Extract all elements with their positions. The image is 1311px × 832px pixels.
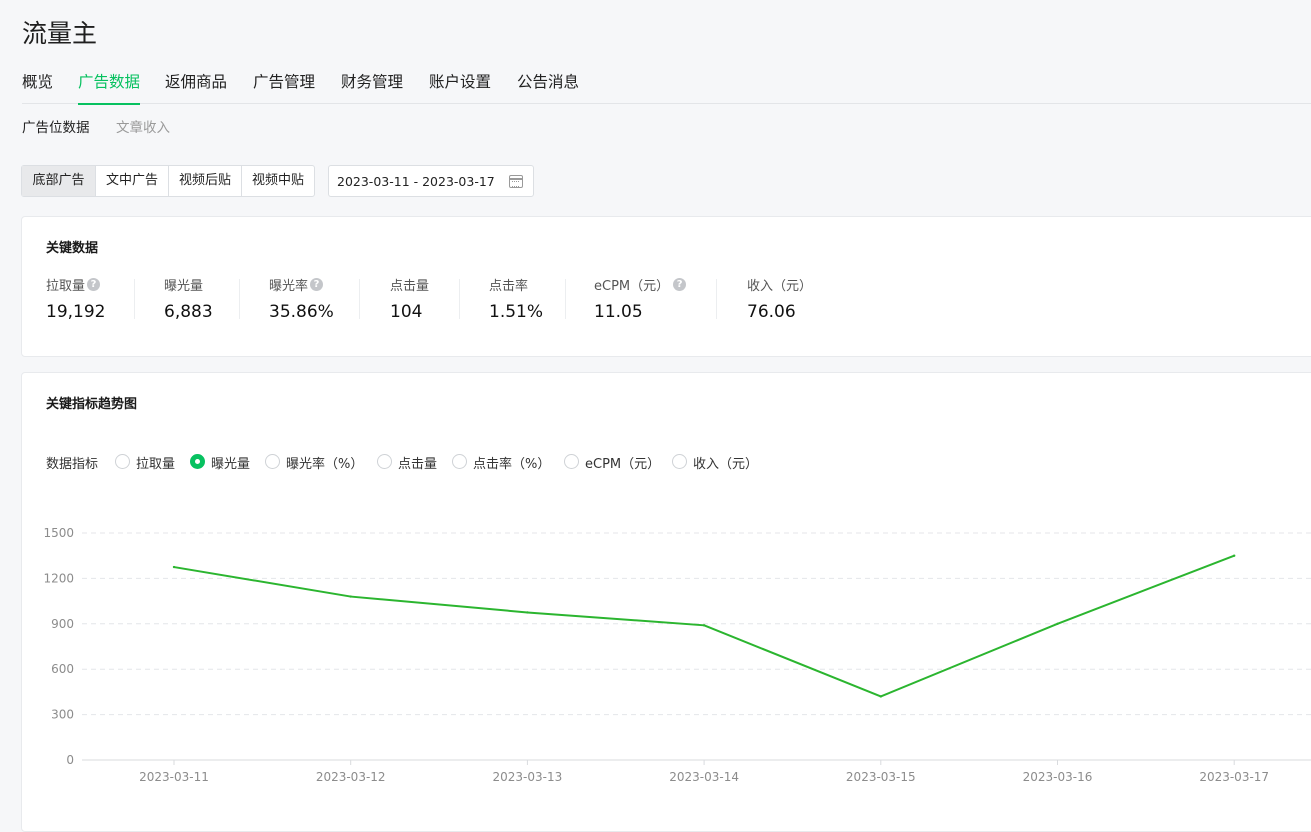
tab-rebate-products[interactable]: 返佣商品 — [165, 72, 227, 104]
metric-option-label[interactable]: 收入（元） — [693, 453, 758, 472]
metric-option-label[interactable]: eCPM（元） — [585, 453, 660, 472]
kpi-click-rate: 点击率 1.51% — [489, 275, 543, 322]
kpi-exposure-rate: 曝光率? 35.86% — [269, 275, 334, 322]
kpi-pull-count: 拉取量? 19,192 — [46, 275, 105, 322]
tab-announcements[interactable]: 公告消息 — [517, 72, 579, 104]
radio-exposure-rate[interactable] — [265, 454, 280, 469]
subtab-article-income[interactable]: 文章收入 — [116, 116, 170, 136]
ad-type-selector: 底部广告 文中广告 视频后贴 视频中贴 — [21, 165, 315, 197]
radio-click-rate[interactable] — [452, 454, 467, 469]
kpi-label: 点击率 — [489, 279, 529, 294]
kpi-label: 点击量 — [390, 279, 430, 294]
trend-title: 关键指标趋势图 — [46, 397, 138, 412]
help-icon[interactable]: ? — [87, 278, 101, 291]
radio-income[interactable] — [672, 454, 687, 469]
metric-option-label[interactable]: 曝光量 — [211, 453, 250, 472]
ad-type-video-post-button[interactable]: 视频后贴 — [168, 166, 241, 196]
radio-ecpm[interactable] — [564, 454, 579, 469]
radio-click-count[interactable] — [377, 454, 392, 469]
kpi-ecpm: eCPM（元）? 11.05 — [594, 275, 687, 322]
divider — [239, 279, 240, 319]
tab-account-settings[interactable]: 账户设置 — [429, 72, 491, 104]
divider — [565, 279, 566, 319]
metric-option-label[interactable]: 拉取量 — [136, 453, 175, 472]
tab-ad-data[interactable]: 广告数据 — [78, 72, 141, 105]
kpi-exposure-count: 曝光量 6,883 — [164, 275, 213, 322]
kpi-income: 收入（元） 76.06 — [747, 275, 812, 322]
kpi-label: 拉取量 — [46, 279, 86, 294]
tab-finance[interactable]: 财务管理 — [341, 72, 403, 104]
help-icon[interactable]: ? — [310, 278, 324, 291]
date-range-picker[interactable]: 2023-03-11 - 2023-03-17 — [328, 165, 534, 197]
page-title: 流量主 — [22, 19, 98, 48]
kpi-label: 收入（元） — [747, 279, 813, 294]
key-data-card: 关键数据 拉取量? 19,192 曝光量 6,883 曝光率? 35.86% 点… — [21, 216, 1311, 357]
trend-card: 关键指标趋势图 数据指标 拉取量 曝光量 曝光率（%） 点击量 点击率（%） e… — [21, 372, 1311, 832]
ad-type-bottom-button[interactable]: 底部广告 — [22, 166, 95, 196]
kpi-value: 35.86% — [269, 302, 334, 322]
key-data-title: 关键数据 — [46, 241, 99, 256]
radio-exposure-count[interactable] — [190, 454, 205, 469]
kpi-value: 6,883 — [164, 302, 213, 322]
calendar-icon — [509, 175, 523, 188]
date-range-value: 2023-03-11 - 2023-03-17 — [337, 174, 495, 189]
metric-option-label[interactable]: 曝光率（%） — [286, 453, 363, 472]
kpi-value: 19,192 — [46, 302, 106, 322]
tab-overview[interactable]: 概览 — [22, 72, 53, 104]
tab-ad-management[interactable]: 广告管理 — [253, 72, 315, 104]
radio-pull-count[interactable] — [115, 454, 130, 469]
metric-option-label[interactable]: 点击率（%） — [473, 453, 550, 472]
kpi-value: 104 — [390, 302, 423, 322]
kpi-label: eCPM（元） — [594, 279, 670, 294]
ad-type-inline-button[interactable]: 文中广告 — [95, 166, 168, 196]
kpi-label: 曝光率 — [269, 279, 309, 294]
divider — [134, 279, 135, 319]
main-nav: 概览 广告数据 返佣商品 广告管理 财务管理 账户设置 公告消息 — [22, 72, 1311, 105]
divider — [459, 279, 460, 319]
help-icon[interactable]: ? — [673, 278, 687, 291]
divider — [359, 279, 360, 319]
kpi-value: 1.51% — [489, 302, 544, 322]
kpi-label: 曝光量 — [164, 279, 204, 294]
kpi-value: 76.06 — [747, 302, 796, 322]
kpi-value: 11.05 — [594, 302, 643, 322]
metric-option-label[interactable]: 点击量 — [398, 453, 437, 472]
divider — [716, 279, 717, 319]
kpi-click-count: 点击量 104 — [390, 275, 429, 322]
metric-selector-label: 数据指标 — [46, 457, 99, 472]
ad-type-video-mid-button[interactable]: 视频中贴 — [241, 166, 314, 196]
subtab-ad-slot-data[interactable]: 广告位数据 — [22, 116, 90, 136]
